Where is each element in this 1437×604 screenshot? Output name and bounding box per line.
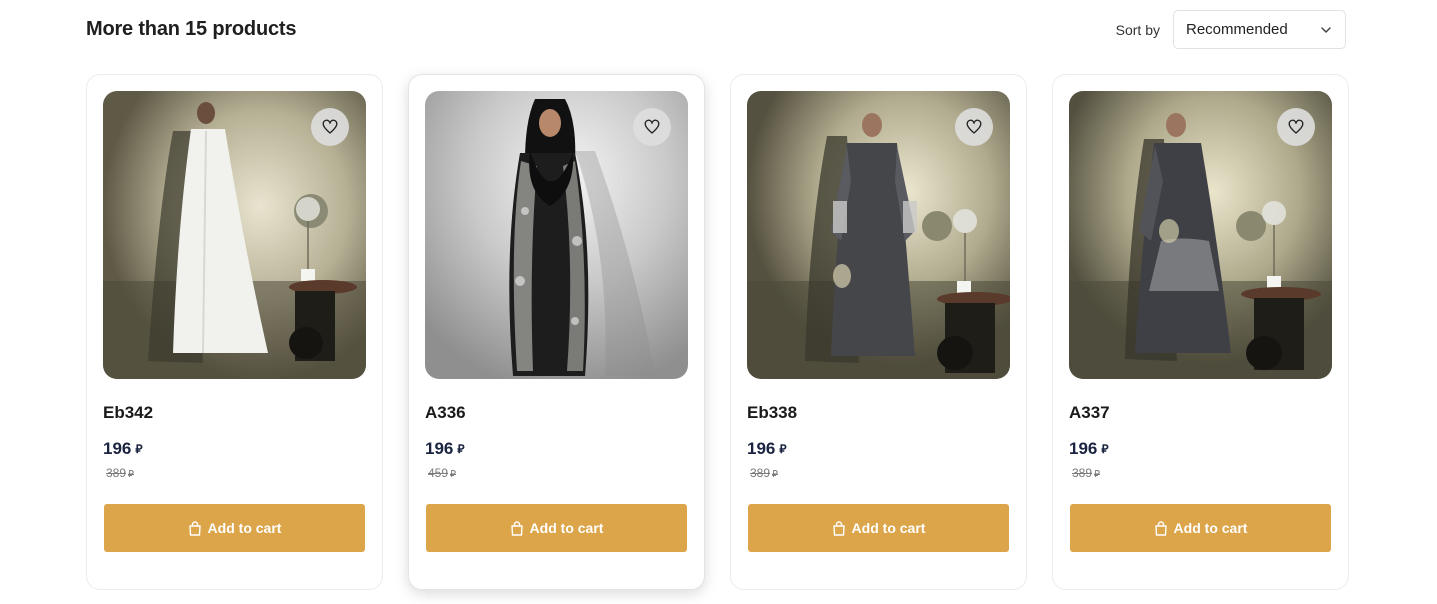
shopping-bag-icon xyxy=(510,520,523,536)
sort-selected-value: Recommended xyxy=(1186,21,1288,38)
add-to-cart-button[interactable]: Add to cart xyxy=(1070,504,1331,552)
wishlist-button[interactable] xyxy=(633,108,671,146)
currency-icon: ⃁ xyxy=(1101,441,1109,456)
product-card[interactable]: A336 196 ⃁ 459 ⃁ Add to cart xyxy=(408,74,705,590)
currency-icon: ⃁ xyxy=(128,468,134,480)
old-price-value: 389 xyxy=(106,466,127,480)
add-to-cart-label: Add to cart xyxy=(207,520,282,536)
product-price: 196 ⃁ xyxy=(1069,439,1332,459)
heart-icon xyxy=(322,119,338,134)
product-old-price: 459 ⃁ xyxy=(425,466,688,480)
price-value: 196 xyxy=(1069,439,1098,458)
product-image[interactable] xyxy=(747,91,1010,379)
currency-icon: ⃁ xyxy=(450,468,456,480)
wishlist-button[interactable] xyxy=(1277,108,1315,146)
heart-icon xyxy=(1288,119,1304,134)
add-to-cart-label: Add to cart xyxy=(529,520,604,536)
product-old-price: 389 ⃁ xyxy=(1069,466,1332,480)
shopping-bag-icon xyxy=(1154,520,1167,536)
product-name[interactable]: A337 xyxy=(1069,403,1332,423)
sort-dropdown[interactable]: Recommended xyxy=(1173,10,1346,49)
product-old-price: 389 ⃁ xyxy=(747,466,1010,480)
add-to-cart-button[interactable]: Add to cart xyxy=(748,504,1009,552)
currency-icon: ⃁ xyxy=(779,441,787,456)
add-to-cart-label: Add to cart xyxy=(851,520,926,536)
add-to-cart-button[interactable]: Add to cart xyxy=(426,504,687,552)
product-grid: Eb342 196 ⃁ 389 ⃁ Add to cart xyxy=(86,74,1349,590)
product-image[interactable] xyxy=(1069,91,1332,379)
product-old-price: 389 ⃁ xyxy=(103,466,366,480)
price-value: 196 xyxy=(425,439,454,458)
page-title: More than 15 products xyxy=(86,18,297,40)
shopping-bag-icon xyxy=(832,520,845,536)
currency-icon: ⃁ xyxy=(135,441,143,456)
product-price: 196 ⃁ xyxy=(103,439,366,459)
currency-icon: ⃁ xyxy=(457,441,465,456)
wishlist-button[interactable] xyxy=(955,108,993,146)
shopping-bag-icon xyxy=(188,520,201,536)
sort-control: Sort by Recommended xyxy=(1116,10,1346,49)
heart-icon xyxy=(966,119,982,134)
product-image[interactable] xyxy=(425,91,688,379)
product-card[interactable]: Eb342 196 ⃁ 389 ⃁ Add to cart xyxy=(86,74,383,590)
wishlist-button[interactable] xyxy=(311,108,349,146)
heart-icon xyxy=(644,119,660,134)
product-price: 196 ⃁ xyxy=(425,439,688,459)
price-value: 196 xyxy=(747,439,776,458)
add-to-cart-label: Add to cart xyxy=(1173,520,1248,536)
sort-label: Sort by xyxy=(1115,21,1160,38)
old-price-value: 459 xyxy=(428,466,449,480)
product-name[interactable]: Eb342 xyxy=(103,403,366,423)
currency-icon: ⃁ xyxy=(772,468,778,480)
price-value: 196 xyxy=(103,439,132,458)
product-image[interactable] xyxy=(103,91,366,379)
product-name[interactable]: Eb338 xyxy=(747,403,1010,423)
product-card[interactable]: A337 196 ⃁ 389 ⃁ Add to cart xyxy=(1052,74,1349,590)
product-price: 196 ⃁ xyxy=(747,439,1010,459)
chevron-down-icon xyxy=(1321,26,1331,33)
product-name[interactable]: A336 xyxy=(425,403,688,423)
add-to-cart-button[interactable]: Add to cart xyxy=(104,504,365,552)
product-card[interactable]: Eb338 196 ⃁ 389 ⃁ Add to cart xyxy=(730,74,1027,590)
old-price-value: 389 xyxy=(1072,466,1093,480)
old-price-value: 389 xyxy=(750,466,771,480)
currency-icon: ⃁ xyxy=(1094,468,1100,480)
